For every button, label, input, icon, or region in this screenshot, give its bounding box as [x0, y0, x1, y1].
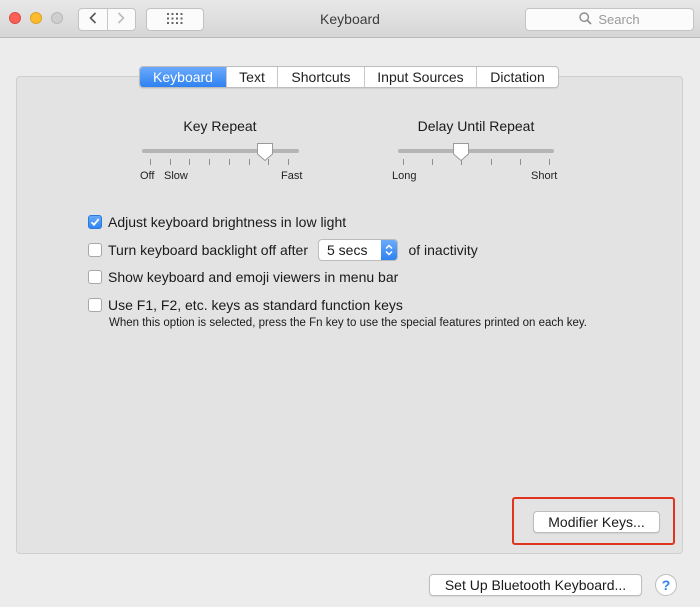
brightness-checkbox[interactable] — [88, 215, 102, 229]
delay-long-label: Long — [392, 170, 417, 182]
option-brightness[interactable]: Adjust keyboard brightness in low light — [88, 214, 346, 230]
slider-tick — [432, 159, 434, 165]
slider-tick — [248, 159, 250, 165]
delay-until-repeat-track[interactable] — [398, 149, 554, 153]
function-keys-checkbox[interactable] — [88, 298, 102, 312]
delay-short-label: Short — [531, 170, 558, 182]
slider-tick — [169, 159, 171, 165]
brightness-label: Adjust keyboard brightness in low light — [108, 214, 347, 230]
slider-tick — [549, 159, 550, 165]
slider-tick — [490, 159, 492, 165]
backlight-timeout-select[interactable]: 5 secs — [318, 239, 399, 261]
viewers-label: Show keyboard and emoji viewers in menu … — [108, 269, 399, 285]
key-repeat-slow-label: Slow — [164, 170, 188, 182]
key-repeat-off-label: Off — [140, 170, 155, 182]
tab-text[interactable]: Text — [227, 67, 278, 87]
slider-tick — [403, 159, 404, 165]
viewers-checkbox[interactable] — [88, 270, 102, 284]
key-repeat-title: Key Repeat — [183, 118, 257, 134]
keyboard-settings-panel — [16, 76, 683, 554]
option-function-keys[interactable]: Use F1, F2, etc. keys as standard functi… — [88, 297, 403, 313]
search-placeholder: Search — [598, 12, 640, 27]
key-repeat-thumb[interactable] — [256, 142, 274, 162]
backlight-label-after: of inactivity — [408, 242, 478, 258]
slider-tick — [288, 159, 289, 165]
slider-tick — [519, 159, 521, 165]
search-icon — [579, 11, 592, 28]
help-button[interactable]: ? — [655, 574, 677, 596]
delay-until-repeat-thumb[interactable] — [452, 142, 470, 162]
delay-until-repeat-title: Delay Until Repeat — [417, 118, 535, 134]
tab-shortcuts[interactable]: Shortcuts — [278, 67, 365, 87]
tab-keyboard[interactable]: Keyboard — [140, 67, 227, 87]
checkmark-icon — [90, 214, 100, 230]
slider-tick — [150, 159, 151, 165]
tab-bar: Keyboard Text Shortcuts Input Sources Di… — [139, 66, 559, 88]
slider-tick — [228, 159, 230, 165]
slider-tick — [189, 159, 191, 165]
backlight-timeout-value: 5 secs — [327, 242, 368, 258]
slider-tick — [209, 159, 211, 165]
tab-input-sources[interactable]: Input Sources — [365, 67, 477, 87]
function-keys-label: Use F1, F2, etc. keys as standard functi… — [108, 297, 403, 313]
tab-dictation[interactable]: Dictation — [477, 67, 558, 87]
backlight-checkbox[interactable] — [88, 243, 102, 257]
option-backlight: Turn keyboard backlight off after 5 secs… — [88, 239, 478, 261]
title-bar: Keyboard Search — [0, 0, 700, 38]
function-keys-note: When this option is selected, press the … — [109, 317, 587, 329]
modifier-keys-button[interactable]: Modifier Keys... — [533, 511, 660, 533]
option-viewers[interactable]: Show keyboard and emoji viewers in menu … — [88, 269, 398, 285]
backlight-label-before: Turn keyboard backlight off after — [108, 242, 308, 258]
key-repeat-track[interactable] — [142, 149, 299, 153]
key-repeat-fast-label: Fast — [281, 170, 303, 182]
setup-bluetooth-keyboard-button[interactable]: Set Up Bluetooth Keyboard... — [429, 574, 642, 596]
chevron-up-down-icon — [381, 240, 398, 260]
search-field[interactable]: Search — [525, 8, 694, 31]
delay-until-repeat-ticks — [403, 159, 550, 165]
